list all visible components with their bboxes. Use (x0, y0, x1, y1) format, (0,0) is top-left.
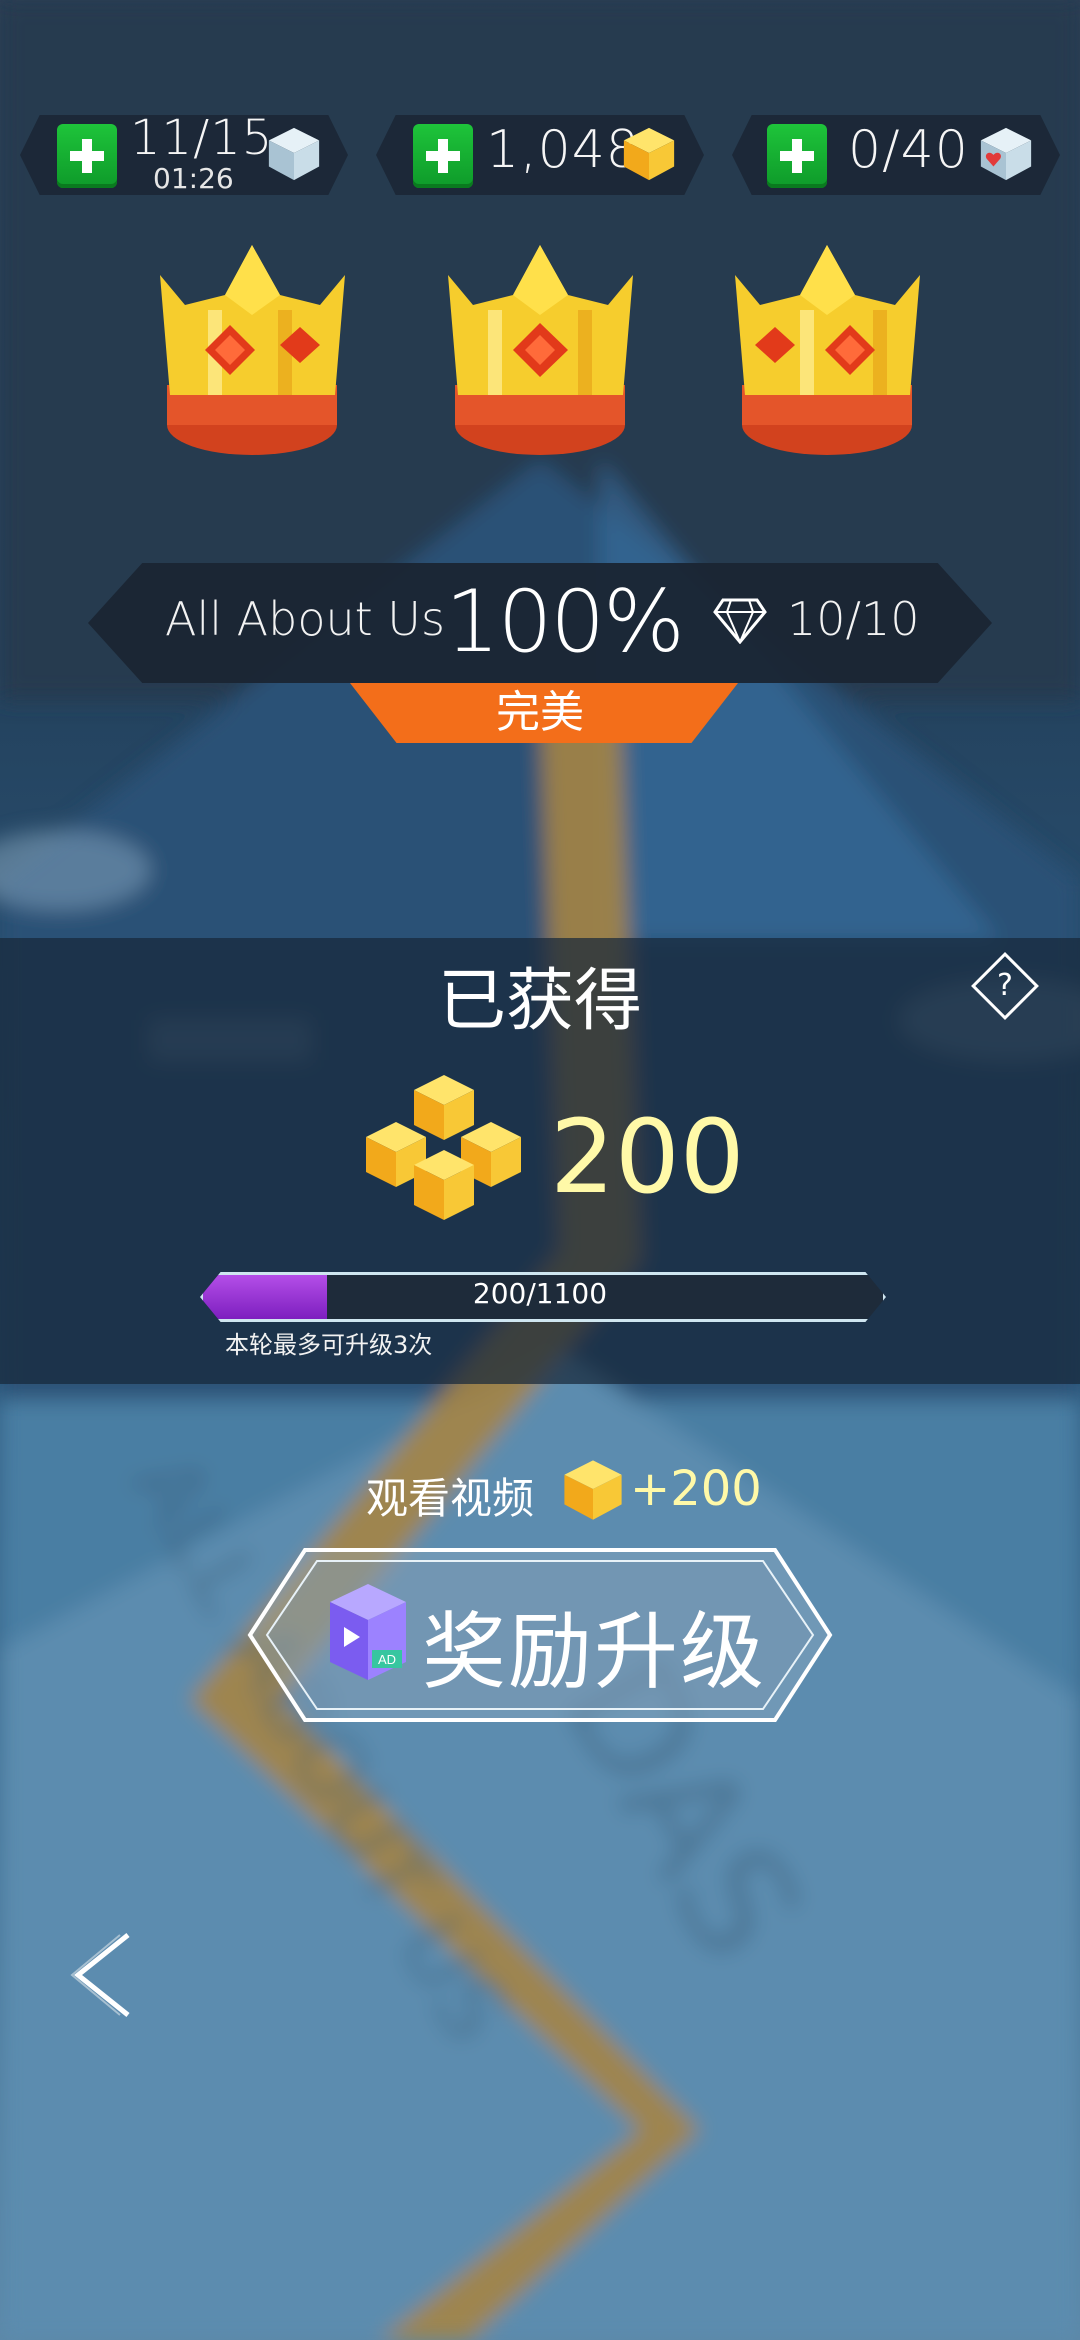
gold-gem-icon (623, 127, 675, 181)
stamina-timer: 01:26 (153, 162, 234, 195)
add-stamina-button[interactable] (57, 124, 117, 188)
rating-label: 完美 (496, 687, 584, 738)
cube-icon (268, 127, 320, 181)
back-arrow-icon[interactable] (68, 1930, 138, 2020)
ad-icon: AD (330, 1584, 406, 1680)
ad-tag: AD (378, 1652, 396, 1667)
diamond-count: 10/10 (787, 592, 920, 646)
video-bonus: +200 (630, 1461, 762, 1517)
progress-text: 200/1100 (472, 1277, 608, 1310)
earned-amount: 200 (550, 1098, 745, 1217)
coins-counter: 1,048 (486, 120, 640, 180)
add-hearts-button[interactable] (767, 124, 827, 188)
stamina-counter: 11/15 (130, 110, 274, 166)
crown-icon (160, 245, 345, 455)
diamond-icon (713, 598, 767, 644)
earned-title: 已获得 (437, 962, 642, 1041)
upgrade-limit-note: 本轮最多可升级3次 (225, 1331, 433, 1359)
song-title: All About Us (165, 592, 445, 646)
watch-video-label: 观看视频 (366, 1474, 535, 1523)
hearts-counter: 0/40 (848, 120, 969, 180)
completion-percent: 100% (445, 572, 685, 672)
heart-cube-icon (980, 127, 1032, 181)
coin-stack-icon (366, 1075, 521, 1220)
reward-upgrade-label: 奖励升级 (422, 1603, 767, 1701)
gold-gem-icon (564, 1460, 622, 1520)
crown-icon (448, 245, 633, 455)
add-coins-button[interactable] (413, 124, 473, 188)
crown-icon (735, 245, 920, 455)
help-icon: ? (997, 968, 1013, 1003)
